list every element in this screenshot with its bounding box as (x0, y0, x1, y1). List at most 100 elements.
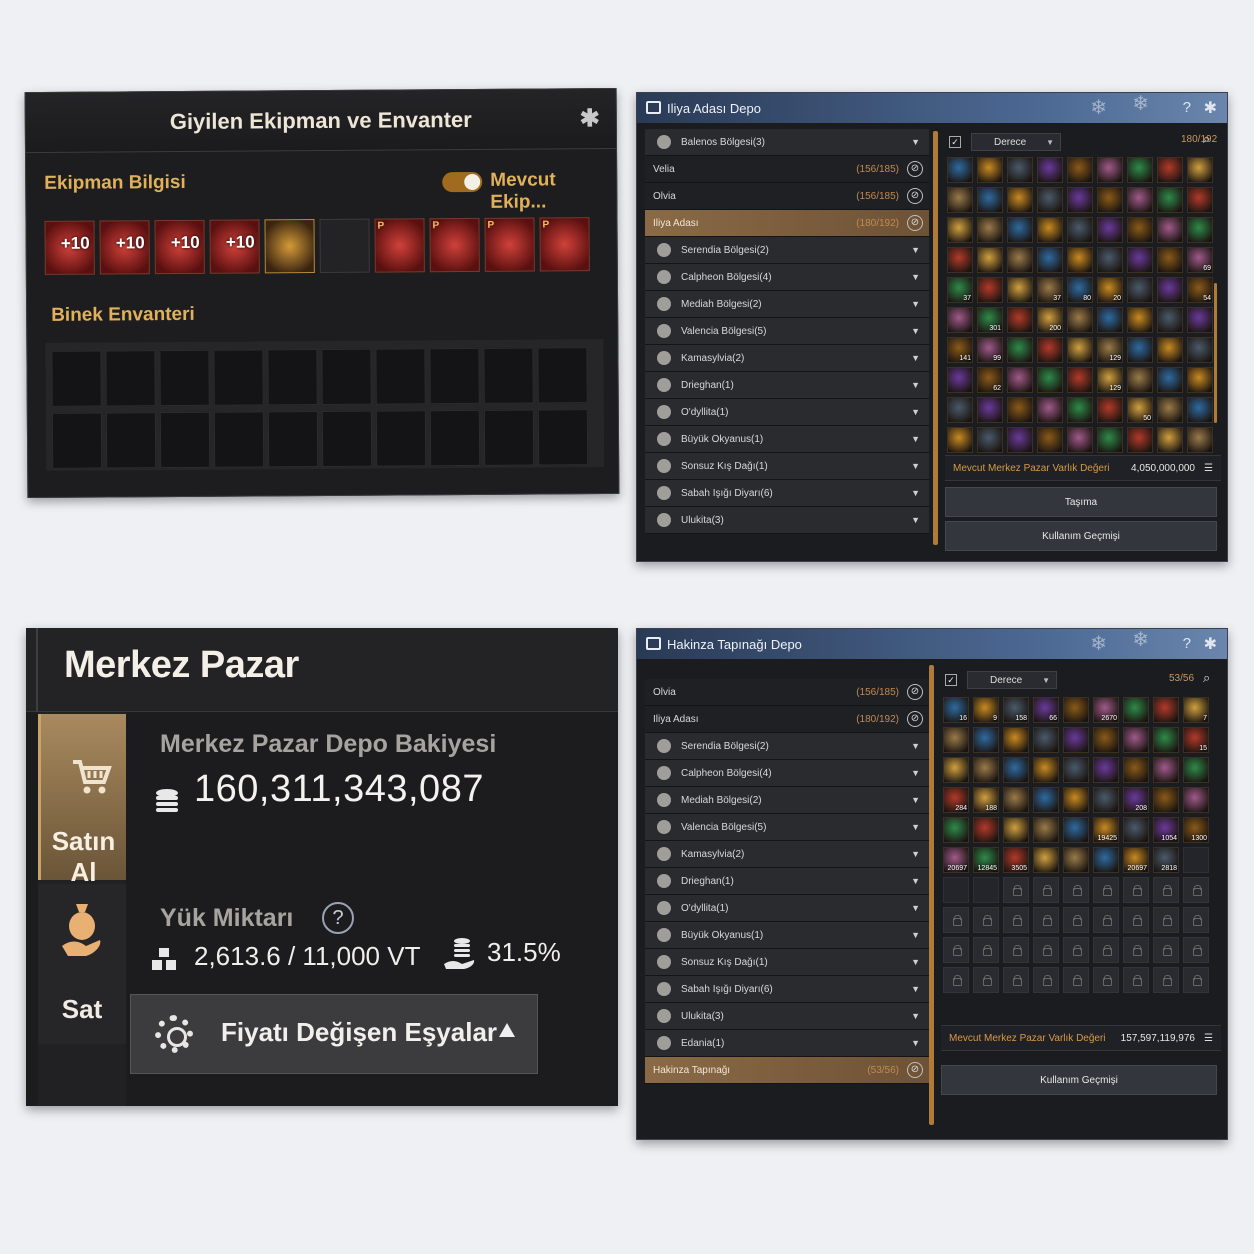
item-slot[interactable] (943, 727, 969, 753)
item-slot[interactable] (1063, 697, 1089, 723)
item-slot[interactable]: 129 (1097, 337, 1123, 363)
mount-slot[interactable] (213, 349, 264, 406)
item-slot[interactable] (947, 397, 973, 423)
chevron-down-icon[interactable]: ▼ (911, 1011, 920, 1021)
region-item[interactable]: Iliya Adası (180/192) ⊘ (645, 706, 929, 733)
chevron-down-icon[interactable]: ▼ (911, 137, 920, 147)
item-slot[interactable] (947, 247, 973, 273)
item-slot[interactable] (1033, 847, 1059, 873)
tab-sell[interactable]: Sat (38, 884, 126, 1044)
item-slot[interactable] (1187, 367, 1213, 393)
region-item[interactable]: Ulukita(3) ▼ (645, 507, 929, 534)
region-item[interactable]: Büyük Okyanus(1) ▼ (645, 922, 929, 949)
mount-slot[interactable] (159, 349, 210, 407)
item-slot[interactable] (943, 817, 969, 843)
region-item[interactable]: Serendia Bölgesi(2) ▼ (645, 733, 929, 760)
item-slot[interactable]: 80 (1067, 277, 1093, 303)
sort-dropdown[interactable]: Derece (971, 133, 1061, 151)
item-slot[interactable]: 12845 (973, 847, 999, 873)
region-item[interactable]: Velia (156/185) ⊘ (645, 156, 929, 183)
chevron-down-icon[interactable]: ▼ (911, 515, 920, 525)
equipment-slot[interactable]: +10 (154, 219, 205, 275)
item-slot[interactable] (1127, 247, 1153, 273)
item-slot[interactable] (1093, 787, 1119, 813)
region-item[interactable]: Olvia (156/185) ⊘ (645, 679, 929, 706)
mount-slot[interactable] (267, 411, 319, 468)
item-slot[interactable] (1037, 247, 1063, 273)
chevron-down-icon[interactable]: ▼ (911, 326, 920, 336)
equipment-slot[interactable]: P (484, 217, 535, 272)
item-slot[interactable] (1007, 187, 1033, 213)
item-slot[interactable]: 20 (1097, 277, 1123, 303)
item-slot[interactable] (1127, 367, 1153, 393)
item-slot[interactable]: 69 (1187, 247, 1213, 273)
chevron-down-icon[interactable]: ▼ (911, 741, 920, 751)
item-slot[interactable] (1007, 307, 1033, 333)
item-slot[interactable] (1187, 307, 1213, 333)
item-slot[interactable] (947, 217, 973, 243)
item-slot[interactable]: 54 (1187, 277, 1213, 303)
item-slot[interactable]: 208 (1123, 787, 1149, 813)
usage-history-button[interactable]: Kullanım Geçmişi (941, 1065, 1217, 1095)
close-icon[interactable]: ✱ (578, 105, 602, 132)
item-slot[interactable] (1123, 697, 1149, 723)
chevron-down-icon[interactable]: ▼ (911, 1038, 920, 1048)
help-icon[interactable]: ? (1183, 99, 1191, 116)
item-slot[interactable] (943, 757, 969, 783)
mount-slot[interactable] (483, 409, 535, 466)
chevron-down-icon[interactable]: ▼ (911, 380, 920, 390)
item-slot[interactable]: 20697 (943, 847, 969, 873)
region-item[interactable]: Sabah Işığı Diyarı(6) ▼ (645, 480, 929, 507)
item-slot[interactable]: 284 (943, 787, 969, 813)
item-slot[interactable] (1003, 727, 1029, 753)
item-slot[interactable]: 2818 (1153, 847, 1179, 873)
item-slot[interactable] (1063, 727, 1089, 753)
item-slot[interactable]: 129 (1097, 367, 1123, 393)
item-slot[interactable] (1127, 217, 1153, 243)
usage-history-button[interactable]: Kullanım Geçmişi (945, 521, 1217, 551)
region-item[interactable]: Büyük Okyanus(1) ▼ (645, 426, 929, 453)
chevron-down-icon[interactable]: ▼ (911, 822, 920, 832)
item-slot[interactable] (1003, 787, 1029, 813)
item-slot[interactable]: 37 (947, 277, 973, 303)
item-slot[interactable] (977, 427, 1003, 453)
mount-slot[interactable] (267, 349, 318, 406)
item-slot[interactable] (1097, 397, 1123, 423)
chevron-down-icon[interactable]: ▼ (911, 407, 920, 417)
capacity-icon[interactable]: ⊘ (907, 188, 923, 204)
capacity-icon[interactable]: ⊘ (907, 215, 923, 231)
item-slot[interactable] (947, 367, 973, 393)
item-slot[interactable]: 20697 (1123, 847, 1149, 873)
item-slot[interactable] (1187, 337, 1213, 363)
item-slot[interactable] (1127, 427, 1153, 453)
item-slot[interactable] (1007, 157, 1033, 183)
region-item[interactable]: Serendia Bölgesi(2) ▼ (645, 237, 929, 264)
item-slot[interactable] (1037, 217, 1063, 243)
chevron-down-icon[interactable]: ▼ (911, 903, 920, 913)
close-icon[interactable]: ✱ (1204, 634, 1217, 654)
item-slot[interactable] (1153, 697, 1179, 723)
item-slot[interactable] (1157, 427, 1183, 453)
sort-dropdown[interactable]: Derece (967, 671, 1057, 689)
region-item[interactable]: Drieghan(1) ▼ (645, 372, 929, 399)
mount-slot[interactable] (321, 410, 373, 468)
item-slot[interactable]: 1300 (1183, 817, 1209, 843)
equipment-slot[interactable]: +10 (44, 220, 95, 275)
item-slot[interactable] (1003, 757, 1029, 783)
item-slot[interactable]: 62 (977, 367, 1003, 393)
region-item[interactable]: O'dyllita(1) ▼ (645, 895, 929, 922)
item-slot[interactable] (1097, 427, 1123, 453)
empty-slot[interactable] (943, 877, 969, 903)
item-slot[interactable] (1127, 307, 1153, 333)
item-slot[interactable] (1007, 217, 1033, 243)
item-slot[interactable] (1157, 277, 1183, 303)
region-item[interactable]: Iliya Adası (180/192) ⊘ (645, 210, 929, 237)
item-slot[interactable] (1183, 787, 1209, 813)
item-slot[interactable]: 16 (943, 697, 969, 723)
item-slot[interactable] (1153, 787, 1179, 813)
item-slot[interactable]: 37 (1037, 277, 1063, 303)
filter-checkbox[interactable]: ✓ (945, 674, 957, 686)
chevron-down-icon[interactable]: ▼ (911, 795, 920, 805)
item-slot[interactable] (1093, 847, 1119, 873)
mount-slot[interactable] (105, 350, 156, 407)
